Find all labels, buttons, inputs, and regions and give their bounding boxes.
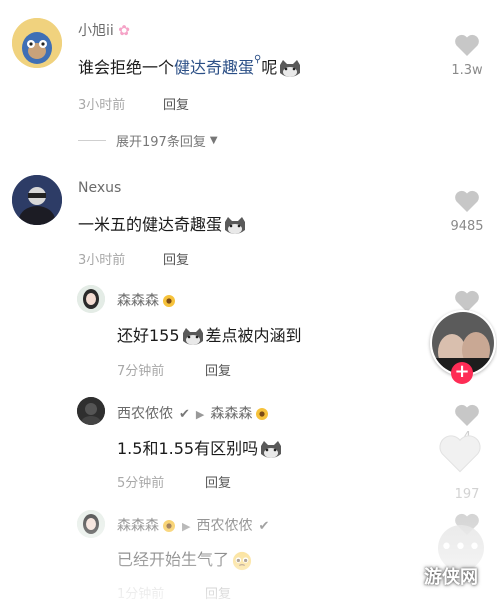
username[interactable]: 西农侬侬 ✔ ▶ 森森森 [117,403,269,423]
comment-text: 谁会拒绝一个健达奇趣蛋⚲呢 [78,54,303,79]
comment-text: 一米五的健达奇趣蛋 [78,211,248,236]
username[interactable]: 森森森 ▶ 西农侬侬 ✔ [117,515,269,535]
flower-icon: ✿ [118,23,130,39]
reply-to-username[interactable]: 西农侬侬 [196,518,252,534]
cat-emoji-icon [182,327,203,345]
timestamp: 7分钟前 [117,364,165,379]
expand-replies-button[interactable]: 展开197条回复 ▼ [78,131,218,150]
reply-text: 1.5和1.55有区别吗 [117,435,284,460]
username[interactable]: Nexus [78,180,121,196]
cat-emoji-icon [280,59,301,77]
plus-icon: + [454,361,470,382]
sunflower-icon [163,520,175,532]
like-heart-icon[interactable] [454,189,480,213]
search-link[interactable]: 健达奇趣蛋 [174,58,254,77]
timestamp: 5分钟前 [117,476,165,491]
reply-arrow-icon: ▶ [195,408,205,421]
large-like-heart-icon[interactable] [438,432,482,474]
username[interactable]: 森森森 [117,290,176,310]
reply-text: 还好155 差点被内涵到 [117,326,302,345]
like-count: 9485 [450,219,484,234]
timestamp: 3小时前 [78,253,126,268]
cat-emoji-icon [225,216,246,234]
username[interactable]: 小旭ii ✿ [78,20,130,40]
reply-text: 已经开始生气了 [117,546,255,571]
sunflower-icon [256,408,269,420]
expand-replies-label: 展开197条回复 [116,135,206,150]
timestamp: 1分钟前 [117,587,165,602]
verified-check-icon: ✔ [179,407,190,422]
avatar[interactable] [12,18,62,68]
divider [78,140,106,141]
watermark: 游侠网 [424,567,478,588]
avatar[interactable] [77,397,105,425]
dark-avatar-icon [77,397,105,425]
follow-button[interactable]: + [451,362,473,384]
girl-avatar-icon [77,510,105,538]
like-heart-icon[interactable] [454,33,480,57]
avatar[interactable] [12,175,62,225]
girl-avatar-icon [77,285,105,313]
reply-button[interactable]: 回复 [205,360,231,379]
verified-check-icon: ✔ [258,519,270,534]
like-count: 1.3w [451,63,483,78]
sunflower-icon [163,295,175,307]
ellipsis-icon: ••• [440,535,482,560]
pleading-face-emoji-icon [232,551,252,570]
user-avatar-icon [12,175,62,225]
reply-button[interactable]: 回复 [205,472,231,491]
reply-to-username[interactable]: 森森森 [210,406,252,422]
reply-button[interactable]: 回复 [163,249,189,268]
ape-avatar-icon [12,18,62,68]
reply-arrow-icon: ▶ [182,520,191,533]
avatar[interactable] [77,510,105,538]
reply-button[interactable]: 回复 [205,583,231,602]
like-heart-icon[interactable] [454,403,480,427]
chevron-down-icon: ▼ [209,135,218,146]
timestamp: 3小时前 [78,98,126,113]
avatar[interactable] [77,285,105,313]
reply-button[interactable]: 回复 [163,94,189,113]
cat-emoji-icon [261,440,282,458]
bottom-fade [0,481,497,601]
like-count: 197 [454,487,480,502]
